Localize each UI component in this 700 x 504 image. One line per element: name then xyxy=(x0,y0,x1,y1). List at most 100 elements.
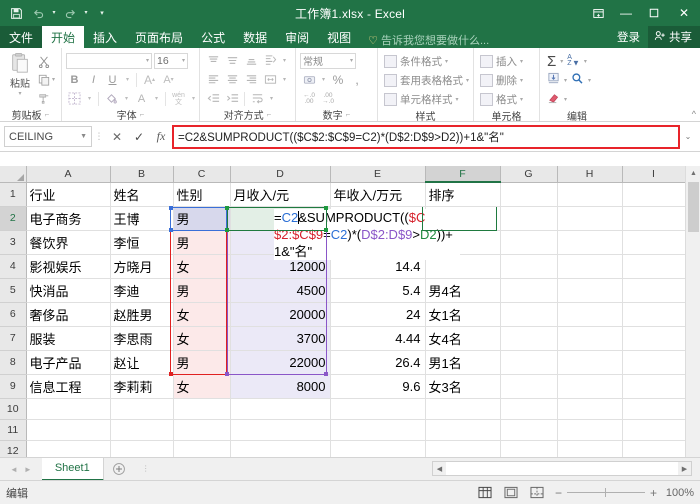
format-as-table-dropdown-icon[interactable]: ▾ xyxy=(466,77,469,84)
worksheet-grid[interactable]: A B C D E F G H I 1 行业 姓名 性别 月收入/元 年收入/万… xyxy=(0,166,700,457)
phonetic-guide-button[interactable]: wén文 xyxy=(170,90,187,107)
conditional-formatting-button[interactable]: 条件格式 ▾ xyxy=(382,52,471,70)
row-header-7[interactable]: 7 xyxy=(0,326,26,350)
cell-I1[interactable] xyxy=(622,182,685,206)
clear-icon[interactable] xyxy=(547,91,560,107)
formula-input[interactable]: =C2&SUMPRODUCT(($C$2:$C$9=C2)*(D$2:D$9>D… xyxy=(172,125,680,149)
scroll-right-icon[interactable]: ▶ xyxy=(678,462,691,475)
cell-A8[interactable]: 电子产品 xyxy=(26,350,110,374)
cell-G5[interactable] xyxy=(500,278,557,302)
cell-A10[interactable] xyxy=(26,398,110,419)
font-size-dropdown-icon[interactable]: ▾ xyxy=(182,57,185,64)
cell-H5[interactable] xyxy=(557,278,622,302)
cell-D10[interactable] xyxy=(230,398,330,419)
wrap-dropdown-icon[interactable]: ▾ xyxy=(267,90,276,107)
tab-data[interactable]: 数据 xyxy=(234,26,276,48)
column-header-B[interactable]: B xyxy=(110,166,173,182)
insert-function-icon[interactable]: fx xyxy=(150,126,172,147)
insert-cells-button[interactable]: 插入 ▾ xyxy=(478,52,525,70)
align-left-icon[interactable] xyxy=(204,71,222,88)
cell-G6[interactable] xyxy=(500,302,557,326)
cell-B4[interactable]: 方晓月 xyxy=(110,254,173,278)
conditional-formatting-dropdown-icon[interactable]: ▾ xyxy=(445,58,448,65)
cell-C8[interactable]: 男 xyxy=(173,350,230,374)
cell-H11[interactable] xyxy=(557,419,622,440)
row-header-8[interactable]: 8 xyxy=(0,350,26,374)
horizontal-scrollbar[interactable]: ◀ ▶ xyxy=(432,461,692,476)
cell-F2[interactable] xyxy=(425,206,500,230)
select-all-corner[interactable] xyxy=(0,166,26,182)
cell-I5[interactable] xyxy=(622,278,685,302)
cell-F12[interactable] xyxy=(425,440,500,457)
fill-dropdown-icon[interactable]: ▾ xyxy=(564,77,567,84)
cell-H6[interactable] xyxy=(557,302,622,326)
cell-H9[interactable] xyxy=(557,374,622,398)
increase-font-size-button[interactable]: A▴ xyxy=(141,71,158,88)
tab-review[interactable]: 审阅 xyxy=(276,26,318,48)
cell-G12[interactable] xyxy=(500,440,557,457)
undo-dropdown-icon[interactable]: ▾ xyxy=(50,3,58,23)
cell-C2[interactable]: 男 xyxy=(173,206,230,230)
number-format-dropdown-icon[interactable]: ▾ xyxy=(350,57,353,64)
cell-D11[interactable] xyxy=(230,419,330,440)
cell-B2[interactable]: 王博 xyxy=(110,206,173,230)
sign-in-button[interactable]: 登录 xyxy=(609,29,648,45)
row-header-1[interactable]: 1 xyxy=(0,182,26,206)
cell-H1[interactable] xyxy=(557,182,622,206)
ribbon-display-options-icon[interactable] xyxy=(584,0,612,26)
row-header-2[interactable]: 2 xyxy=(0,206,26,230)
cell-H8[interactable] xyxy=(557,350,622,374)
copy-dropdown-icon[interactable]: ▾ xyxy=(52,76,55,83)
cell-F3[interactable] xyxy=(425,230,500,254)
cell-I6[interactable] xyxy=(622,302,685,326)
format-painter-button[interactable] xyxy=(36,89,57,106)
cell-A4[interactable]: 影视娱乐 xyxy=(26,254,110,278)
format-dropdown-icon[interactable]: ▾ xyxy=(520,96,523,103)
copy-button[interactable]: ▾ xyxy=(36,71,57,88)
cut-button[interactable] xyxy=(36,53,57,70)
cell-D8[interactable]: 22000 xyxy=(230,350,330,374)
cell-F10[interactable] xyxy=(425,398,500,419)
decrease-decimal-icon[interactable]: .00→.0 xyxy=(319,90,337,107)
cell-styles-dropdown-icon[interactable]: ▾ xyxy=(456,96,459,103)
format-cells-button[interactable]: 格式 ▾ xyxy=(478,90,525,108)
cell-B9[interactable]: 李莉莉 xyxy=(110,374,173,398)
sheet-tab-sheet1[interactable]: Sheet1 xyxy=(42,458,104,481)
font-color-button[interactable]: A xyxy=(133,90,150,107)
zoom-slider[interactable] xyxy=(567,492,645,493)
save-icon[interactable] xyxy=(6,3,26,23)
font-name-dropdown-icon[interactable]: ▾ xyxy=(146,57,149,64)
fill-color-dropdown-icon[interactable]: ▾ xyxy=(122,90,131,107)
zoom-in-button[interactable]: + xyxy=(650,486,657,500)
expand-formula-bar-icon[interactable]: ⌄ xyxy=(680,132,696,141)
cell-E9[interactable]: 9.6 xyxy=(330,374,425,398)
cell-E1[interactable]: 年收入/万元 xyxy=(330,182,425,206)
cell-I11[interactable] xyxy=(622,419,685,440)
horizontal-scroll-thumb[interactable] xyxy=(446,462,678,475)
align-right-icon[interactable] xyxy=(242,71,260,88)
close-button[interactable]: ✕ xyxy=(668,0,700,26)
row-header-4[interactable]: 4 xyxy=(0,254,26,278)
row-header-6[interactable]: 6 xyxy=(0,302,26,326)
merge-dropdown-icon[interactable]: ▾ xyxy=(280,71,289,88)
paste-dropdown-icon[interactable]: ▾ xyxy=(18,90,21,97)
tab-insert[interactable]: 插入 xyxy=(84,26,126,48)
cell-D1[interactable]: 月收入/元 xyxy=(230,182,330,206)
paste-button[interactable]: 粘贴 ▾ xyxy=(4,50,36,97)
cell-C5[interactable]: 男 xyxy=(173,278,230,302)
cell-B8[interactable]: 赵让 xyxy=(110,350,173,374)
cell-E6[interactable]: 24 xyxy=(330,302,425,326)
name-box[interactable]: CEILING ▼ xyxy=(4,126,92,147)
cell-G1[interactable] xyxy=(500,182,557,206)
phonetic-dropdown-icon[interactable]: ▾ xyxy=(189,90,198,107)
cell-A3[interactable]: 餐饮界 xyxy=(26,230,110,254)
cell-I2[interactable] xyxy=(622,206,685,230)
cell-C6[interactable]: 女 xyxy=(173,302,230,326)
cell-H10[interactable] xyxy=(557,398,622,419)
cell-I12[interactable] xyxy=(622,440,685,457)
cell-F6[interactable]: 女1名 xyxy=(425,302,500,326)
cell-B12[interactable] xyxy=(110,440,173,457)
cell-E7[interactable]: 4.44 xyxy=(330,326,425,350)
column-header-H[interactable]: H xyxy=(557,166,622,182)
cell-E12[interactable] xyxy=(330,440,425,457)
